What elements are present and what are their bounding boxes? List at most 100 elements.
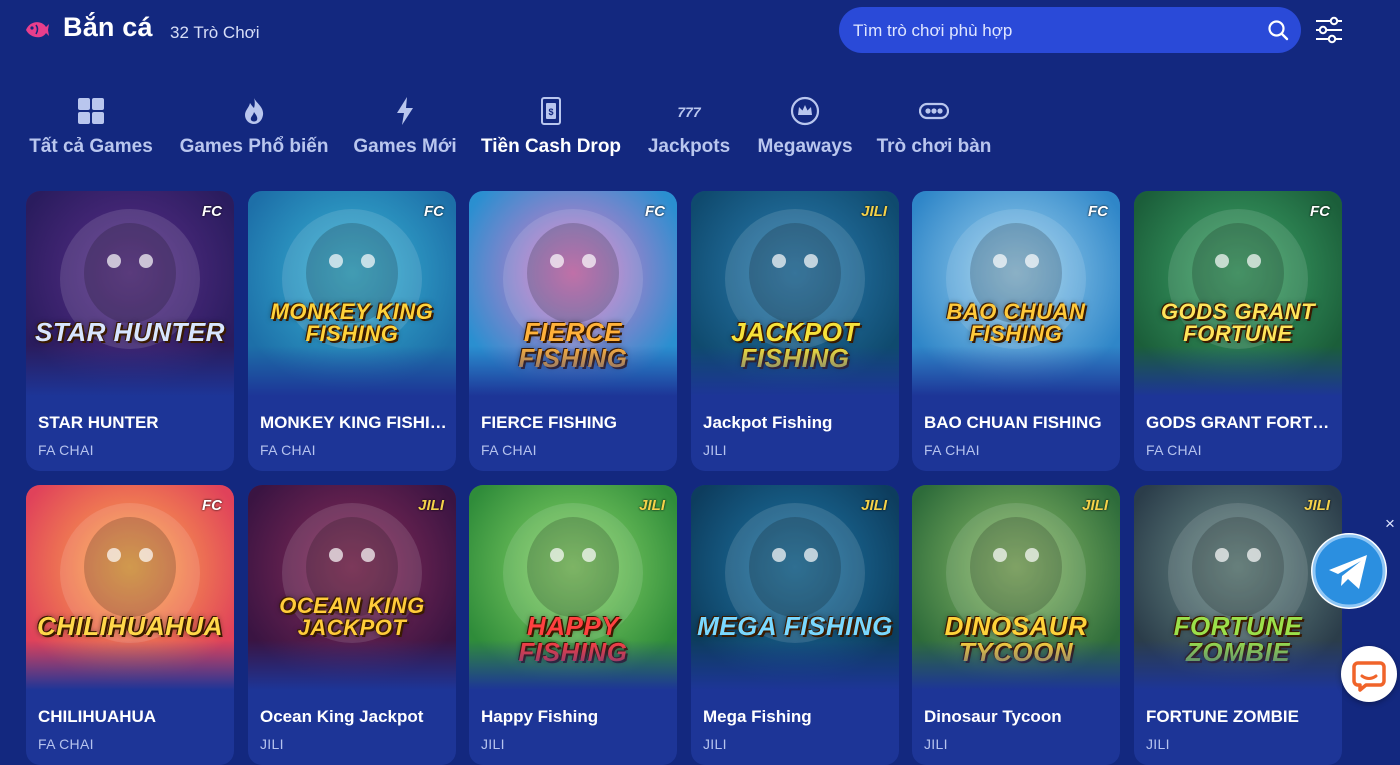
provider-badge: FC (202, 497, 222, 514)
game-title: STAR HUNTER (38, 413, 159, 432)
search-input[interactable] (851, 15, 1255, 47)
game-title: MONKEY KING FISHING (260, 413, 448, 432)
game-card[interactable]: FORTUNE ZOMBIEJILIFORTUNE ZOMBIEJILI (1134, 485, 1342, 765)
game-thumbnail[interactable]: BAO CHUAN FISHING FC (912, 191, 1120, 396)
tab-label: Tiền Cash Drop (480, 136, 622, 157)
provider-badge: JILI (418, 497, 444, 514)
game-provider: FA CHAI (1146, 442, 1202, 458)
thumbnail-fade (1134, 346, 1342, 396)
crown-icon (790, 96, 820, 126)
game-title: CHILIHUAHUA (38, 707, 157, 726)
game-provider: JILI (703, 442, 727, 458)
game-thumbnail[interactable]: OCEAN KING JACKPOT JILI (248, 485, 456, 690)
game-thumbnail[interactable]: Jackpot FishingJILI (691, 191, 899, 396)
tab-label: Games Phổ biến (179, 136, 329, 157)
game-provider: JILI (703, 736, 727, 752)
game-provider: FA CHAI (924, 442, 980, 458)
svg-text:777: 777 (677, 104, 702, 120)
tab-cash-drop[interactable]: $ Tiền Cash Drop (476, 92, 626, 168)
header: Bắn cá 32 Trò Chơi (0, 0, 1400, 64)
page-title: Bắn cá (63, 12, 153, 42)
game-card[interactable]: Jackpot FishingJILIJackpot FishingJILI (691, 191, 899, 471)
provider-badge: FC (645, 203, 665, 220)
category-tabs: Tất cả Games Games Phổ biến Games Mới $ … (0, 92, 1400, 172)
game-card[interactable]: MONKEY KING FISHING FC MONKEY KING FISHING… (248, 191, 456, 471)
telegram-button[interactable] (1311, 533, 1387, 609)
game-thumbnail[interactable]: STAR HUNTER FC (26, 191, 234, 396)
live-chat-button[interactable] (1341, 646, 1397, 702)
game-thumbnail[interactable]: CHILIHUAHUA FC (26, 485, 234, 690)
tab-all-games[interactable]: Tất cả Games (24, 92, 158, 168)
provider-badge: JILI (1082, 497, 1108, 514)
thumbnail-fade (912, 640, 1120, 690)
game-card[interactable]: GODS GRANT FORTUNE FC GODS GRANT FORTUNE FA… (1134, 191, 1342, 471)
game-card[interactable]: OCEAN KING JACKPOT JILI Ocean King Jackpot… (248, 485, 456, 765)
game-provider: FA CHAI (260, 442, 316, 458)
game-thumbnail[interactable]: Dinosaur TycoonJILI (912, 485, 1120, 690)
game-thumbnail[interactable]: FIERCE FISHINGFC (469, 191, 677, 396)
svg-text:$: $ (548, 107, 553, 117)
game-title: GODS GRANT FORTUNE (1146, 413, 1334, 432)
game-logo-text: Mega Fishing (697, 611, 893, 641)
grid-icon (78, 98, 104, 124)
thumbnail-fade (469, 640, 677, 690)
fish-logo-icon (26, 22, 49, 38)
tab-popular-games[interactable]: Games Phổ biến (174, 92, 334, 168)
tab-megaways[interactable]: Megaways (752, 92, 858, 168)
thumbnail-fade (691, 346, 899, 396)
game-title: Mega Fishing (703, 707, 812, 726)
close-icon[interactable]: × (1385, 514, 1395, 534)
game-logo-text: MONKEY KING FISHING (270, 299, 434, 346)
tab-label: Games Mới (353, 136, 457, 157)
game-card[interactable]: Dinosaur TycoonJILIDinosaur TycoonJILI (912, 485, 1120, 765)
game-card[interactable]: FIERCE FISHINGFC FIERCE FISHING FA CHAI (469, 191, 677, 471)
game-logo-text: GODS GRANT FORTUNE (1160, 299, 1316, 346)
provider-badge: JILI (1304, 497, 1330, 514)
game-card[interactable]: Mega Fishing JILI Mega Fishing JILI (691, 485, 899, 765)
telegram-icon (1312, 534, 1386, 608)
filter-sliders-icon[interactable] (1313, 14, 1345, 46)
thumbnail-fade (248, 640, 456, 690)
game-card[interactable]: STAR HUNTER FC STAR HUNTER FA CHAI (26, 191, 234, 471)
tab-table-games[interactable]: Trò chơi bàn (872, 92, 996, 168)
thumbnail-fade (691, 640, 899, 690)
table-game-icon (919, 102, 949, 120)
game-logo-text: BAO CHUAN FISHING (946, 299, 1086, 346)
game-title: Dinosaur Tycoon (924, 707, 1062, 726)
game-thumbnail[interactable]: MONKEY KING FISHING FC (248, 191, 456, 396)
provider-badge: FC (424, 203, 444, 220)
thumbnail-fade (469, 346, 677, 396)
provider-badge: JILI (861, 203, 887, 220)
thumbnail-fade (248, 346, 456, 396)
game-provider: JILI (260, 736, 284, 752)
game-thumbnail[interactable]: Happy FishingJILI (469, 485, 677, 690)
game-card[interactable]: BAO CHUAN FISHING FC BAO CHUAN FISHING FA C… (912, 191, 1120, 471)
provider-badge: JILI (639, 497, 665, 514)
tab-new-games[interactable]: Games Mới (350, 92, 460, 168)
thumbnail-fade (26, 346, 234, 396)
chat-icon (1352, 661, 1386, 692)
search-icon[interactable] (1267, 19, 1289, 41)
provider-badge: FC (202, 203, 222, 220)
game-card[interactable]: CHILIHUAHUA FC CHILIHUAHUA FA CHAI (26, 485, 234, 765)
game-logo-text: STAR HUNTER (35, 317, 225, 347)
tab-jackpots[interactable]: 777 Jackpots (642, 92, 736, 168)
game-thumbnail[interactable]: GODS GRANT FORTUNE FC (1134, 191, 1342, 396)
game-provider: FA CHAI (38, 442, 94, 458)
game-provider: FA CHAI (481, 442, 537, 458)
thumbnail-fade (912, 346, 1120, 396)
game-logo-text: CHILIHUAHUA (36, 611, 224, 641)
game-title: FORTUNE ZOMBIE (1146, 707, 1299, 726)
game-title: Ocean King Jackpot (260, 707, 424, 726)
provider-badge: FC (1088, 203, 1108, 220)
game-provider: JILI (1146, 736, 1170, 752)
provider-badge: JILI (861, 497, 887, 514)
game-thumbnail[interactable]: Mega Fishing JILI (691, 485, 899, 690)
thumbnail-fade (1134, 640, 1342, 690)
game-provider: FA CHAI (38, 736, 94, 752)
thumbnail-fade (26, 640, 234, 690)
tab-label: Megaways (757, 136, 853, 157)
cash-drop-icon: $ (541, 97, 561, 125)
game-card[interactable]: Happy FishingJILIHappy FishingJILI (469, 485, 677, 765)
game-title: FIERCE FISHING (481, 413, 618, 432)
